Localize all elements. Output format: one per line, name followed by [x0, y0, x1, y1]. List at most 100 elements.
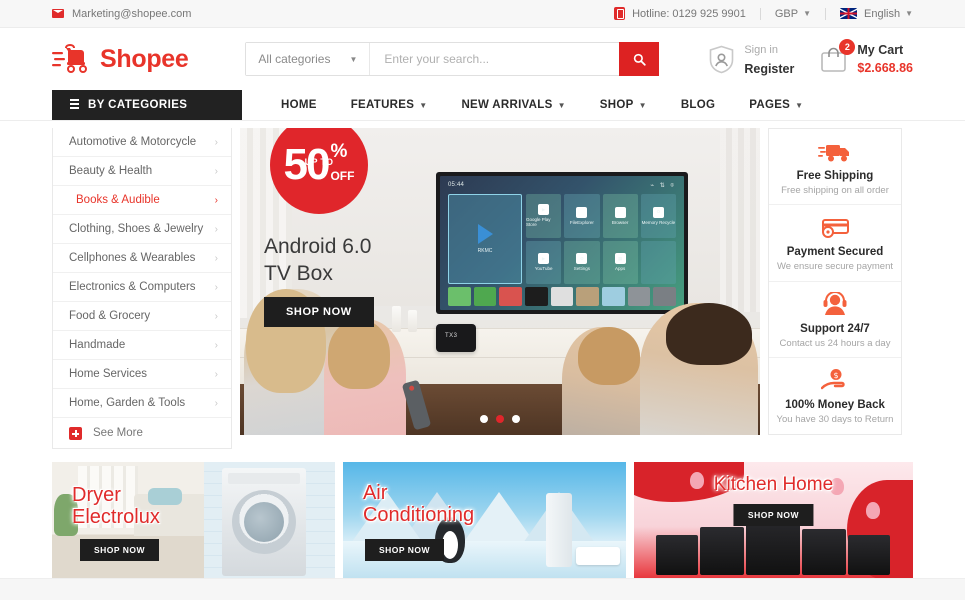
divider: [759, 7, 761, 20]
top-bar-right: Hotline: 0129 925 9901 GBP ▼ English ▼: [614, 7, 913, 20]
tv-tile: ♻ Memory Recycle: [640, 194, 676, 238]
services-panel: Free Shipping Free shipping on all order…: [768, 128, 902, 435]
nav-item-home[interactable]: HOME: [264, 90, 334, 121]
sidebar-item-books-audible[interactable]: Books & Audible ›: [53, 186, 231, 215]
sidebar-item-label: Handmade: [69, 339, 126, 351]
search-input[interactable]: [370, 43, 620, 75]
promo-kitchen-home[interactable]: Kitchen Home SHOP NOW: [633, 462, 913, 579]
promo-title-line2: Electrolux: [72, 506, 160, 529]
currency-selector[interactable]: GBP ▼: [775, 8, 811, 20]
promo-art-ac-tower: [545, 493, 572, 567]
sidebar-item-home-garden-tools[interactable]: Home, Garden & Tools ›: [53, 389, 231, 418]
language-label: English: [864, 7, 901, 20]
chevron-down-icon: ▼: [803, 9, 811, 18]
search-button[interactable]: [619, 42, 660, 76]
sidebar-item-food-grocery[interactable]: Food & Grocery ›: [53, 302, 231, 331]
sidebar-item-clothing-shoes-jewelry[interactable]: Clothing, Shoes & Jewelry ›: [53, 215, 231, 244]
promo-shop-now-button[interactable]: SHOP NOW: [733, 504, 814, 526]
user-shield-icon: [708, 45, 735, 74]
contact-email[interactable]: Marketing@shopee.com: [72, 8, 191, 20]
chevron-down-icon: ▼: [638, 100, 647, 110]
scene-vase: [408, 310, 417, 332]
sidebar-item-cellphones-wearables[interactable]: Cellphones & Wearables ›: [53, 244, 231, 273]
nav-item-features[interactable]: FEATURES ▼: [334, 90, 445, 121]
file-explorer-icon: [576, 206, 588, 218]
site-header: Shopee All categories ▼ Enter your searc…: [0, 28, 965, 90]
nav-item-blog[interactable]: BLOG: [664, 90, 732, 121]
carousel-dot-3[interactable]: [512, 415, 520, 423]
promo-shop-now-button[interactable]: SHOP NOW: [364, 539, 445, 561]
sidebar-item-home-services[interactable]: Home Services ›: [53, 360, 231, 389]
signin-link[interactable]: Sign in: [744, 44, 778, 56]
hero-banner[interactable]: 05:44 ⌁ ⇅ ⌾ RKMC ▶ Google Play Store Fil…: [240, 128, 760, 435]
tv-tile-label: FileExplorer: [569, 219, 594, 225]
nav-item-new-arrivals[interactable]: NEW ARRIVALS ▼: [444, 90, 582, 121]
chevron-down-icon: ▼: [795, 100, 804, 110]
carousel-dot-2[interactable]: [496, 415, 504, 423]
by-categories-label: BY CATEGORIES: [88, 99, 188, 111]
divider: [825, 7, 826, 20]
tv-screen: 05:44 ⌁ ⇅ ⌾ RKMC ▶ Google Play Store Fil…: [440, 176, 684, 310]
discount-off-label: OFF: [330, 168, 355, 183]
phone-icon: [614, 7, 626, 20]
category-select[interactable]: All categories ▼: [246, 43, 371, 75]
promo-dryer-electrolux[interactable]: Dryer Electrolux SHOP NOW: [52, 462, 335, 579]
hero-shop-now-button[interactable]: SHOP NOW: [264, 297, 374, 327]
promo-shop-now-button[interactable]: SHOP NOW: [80, 539, 160, 561]
see-more-button[interactable]: See More: [53, 418, 231, 448]
apps-grid-icon: ▦: [614, 253, 626, 265]
nav-item-shop[interactable]: SHOP ▼: [583, 90, 664, 121]
tv-tile: ▶ YouTube: [526, 240, 562, 284]
dock-icon: [473, 287, 497, 306]
tv-player-label: RKMC: [477, 248, 493, 254]
dock-icon: [627, 287, 651, 306]
chevron-right-icon: ›: [214, 368, 218, 380]
service-free-shipping: Free Shipping Free shipping on all order: [769, 129, 901, 206]
promo-art-ac-unit: [575, 547, 620, 565]
hero-title-line2: TV Box: [264, 261, 333, 285]
mail-icon: [52, 9, 64, 18]
see-more-label: See More: [93, 427, 143, 439]
tv-clock: 05:44: [448, 182, 465, 188]
promo-art-drum: [243, 502, 284, 542]
language-selector[interactable]: English ▼: [840, 8, 913, 20]
logo[interactable]: Shopee: [52, 43, 189, 75]
hero-title: Android 6.0 TV Box: [264, 234, 371, 288]
youtube-icon: ▶: [538, 253, 550, 265]
promo-art-machine-bg: [203, 462, 335, 579]
dock-icon: [602, 287, 625, 306]
sidebar-item-electronics-computers[interactable]: Electronics & Computers ›: [53, 273, 231, 302]
carousel-dot-1[interactable]: [480, 415, 488, 423]
nav-item-label: SHOP: [599, 99, 634, 111]
category-select-label: All categories: [258, 52, 331, 66]
chevron-down-icon: ▼: [349, 54, 358, 64]
nav-item-pages[interactable]: PAGES ▼: [732, 90, 820, 121]
sidebar-item-label: Electronics & Computers: [69, 281, 196, 293]
tv-tile-label: Settings: [573, 266, 590, 272]
hotline: Hotline: 0129 925 9901: [614, 7, 746, 20]
tv-tiles: ▶ Google Play Store FileExplorer Browser: [526, 194, 676, 284]
sidebar-item-handmade[interactable]: Handmade ›: [53, 331, 231, 360]
account-block[interactable]: Sign in Register: [708, 39, 794, 79]
tv-tile: ⚙ Settings: [564, 240, 600, 284]
service-title: Free Shipping: [796, 170, 874, 183]
cart-block[interactable]: 2 My Cart $2.668.86: [820, 39, 913, 77]
tv-app-grid: RKMC ▶ Google Play Store FileExplorer Br…: [448, 194, 676, 284]
tv-tile-label: Browser: [611, 219, 629, 225]
nav-item-label: BLOG: [680, 99, 716, 111]
dock-icon: [448, 287, 471, 306]
cart-total: $2.668.86: [857, 61, 913, 75]
register-link[interactable]: Register: [744, 62, 794, 76]
service-title: 100% Money Back: [785, 399, 885, 412]
sidebar-item-automotive-motorcycle[interactable]: Automotive & Motorcycle ›: [53, 128, 231, 157]
service-title: Support 24/7: [800, 322, 870, 335]
promo-air-conditioning[interactable]: Air Conditioning SHOP NOW: [342, 462, 626, 579]
chevron-right-icon: ›: [214, 136, 218, 148]
sidebar-item-beauty-health[interactable]: Beauty & Health ›: [53, 157, 231, 186]
browser-icon: [614, 206, 626, 218]
chevron-right-icon: ›: [214, 310, 218, 322]
dock-icon: [499, 287, 523, 306]
nav-menu: HOME FEATURES ▼ NEW ARRIVALS ▼ SHOP ▼ BL…: [242, 90, 820, 120]
by-categories-button[interactable]: BY CATEGORIES: [52, 90, 242, 120]
chevron-down-icon: ▼: [905, 9, 913, 18]
